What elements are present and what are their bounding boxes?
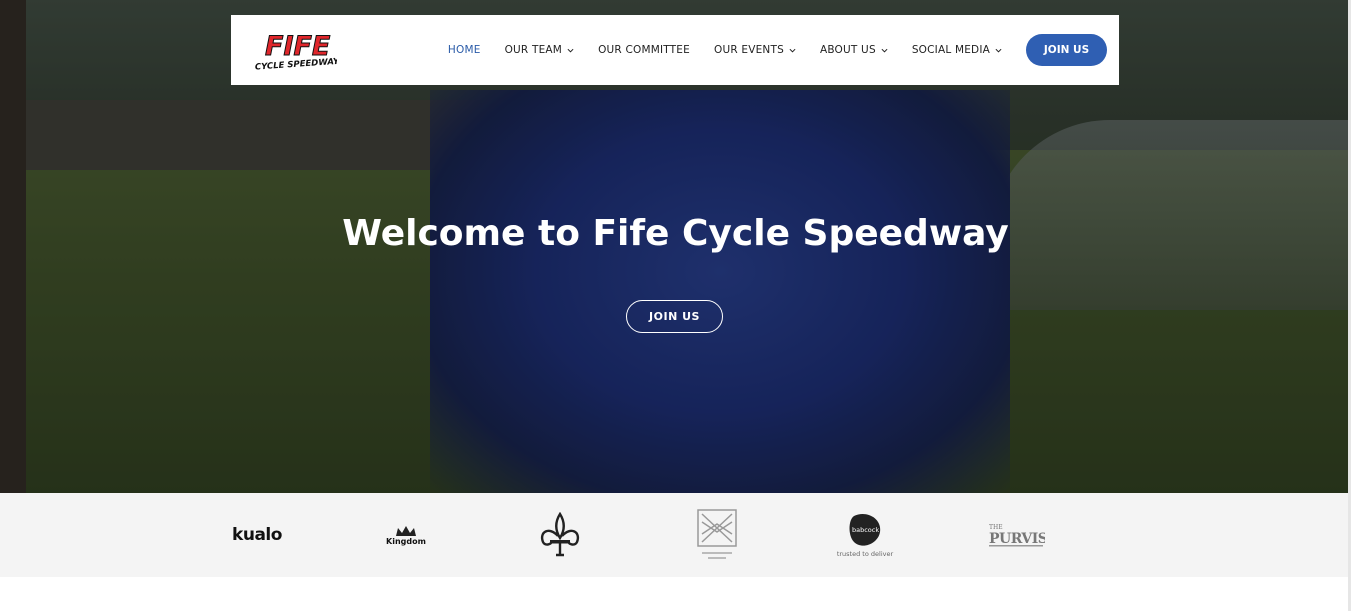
nav-home-label: HOME <box>447 44 481 56</box>
sponsor-babcock[interactable]: babcock trusted to deliver <box>835 493 895 577</box>
hero-title: Welcome to Fife Cycle Speedway <box>342 213 1009 254</box>
sponsor-kualo[interactable]: kualo <box>222 493 292 577</box>
fife-logo-icon: FIFE CYCLE SPEEDWAY <box>255 31 341 73</box>
purvis-logo: THE PURVIS <box>989 524 1045 547</box>
header-join-button[interactable]: JOIN US <box>1026 34 1107 66</box>
svg-text:PURVIS: PURVIS <box>989 531 1045 547</box>
babcock-tagline: trusted to deliver <box>836 550 894 558</box>
sponsor-purvis[interactable]: THE PURVIS <box>985 493 1047 577</box>
babcock-logo: babcock <box>849 513 881 546</box>
nav-our-committee-label: OUR COMMITTEE <box>598 44 690 56</box>
page-bottom <box>0 577 1351 611</box>
nav-our-committee[interactable]: OUR COMMITTEE <box>598 44 690 56</box>
nav-our-team-label: OUR TEAM <box>504 44 563 56</box>
svg-text:babcock: babcock <box>852 526 879 534</box>
nav-about-us-label: ABOUT US <box>819 44 876 56</box>
sponsor-kingdom[interactable]: Kingdom <box>376 493 436 577</box>
hero-join-button[interactable]: JOIN US <box>626 300 723 333</box>
svg-text:THE: THE <box>989 524 1003 531</box>
chevron-down-icon <box>995 48 1002 53</box>
site-logo[interactable]: FIFE CYCLE SPEEDWAY <box>253 27 341 77</box>
sponsors-strip: kualo Kingdom babcock trusted to deliver… <box>0 493 1351 577</box>
site-header: FIFE CYCLE SPEEDWAY HOME OUR TEAM OUR CO… <box>231 15 1119 85</box>
sponsor-scouts[interactable] <box>534 493 586 577</box>
nav-social-media[interactable]: SOCIAL MEDIA <box>912 44 1002 56</box>
fleur-de-lis-icon <box>540 512 580 557</box>
chevron-down-icon <box>881 48 888 53</box>
page: Welcome to Fife Cycle Speedway JOIN US F… <box>0 0 1351 611</box>
kualo-logo: kualo <box>232 525 282 545</box>
nav-our-team[interactable]: OUR TEAM <box>505 44 574 56</box>
nav-our-events-label: OUR EVENTS <box>713 44 784 56</box>
nav-home[interactable]: HOME <box>448 44 481 56</box>
kingdom-logo: Kingdom <box>386 536 426 546</box>
chevron-down-icon <box>567 48 574 53</box>
emblem-icon <box>697 509 737 559</box>
nav-social-media-label: SOCIAL MEDIA <box>911 44 990 56</box>
chevron-down-icon <box>789 48 796 53</box>
nav-about-us[interactable]: ABOUT US <box>820 44 888 56</box>
main-nav: HOME OUR TEAM OUR COMMITTEE OUR EVENTS A… <box>448 15 1107 85</box>
sponsor-trust[interactable] <box>692 493 742 577</box>
crown-icon <box>396 525 416 536</box>
nav-our-events[interactable]: OUR EVENTS <box>714 44 796 56</box>
